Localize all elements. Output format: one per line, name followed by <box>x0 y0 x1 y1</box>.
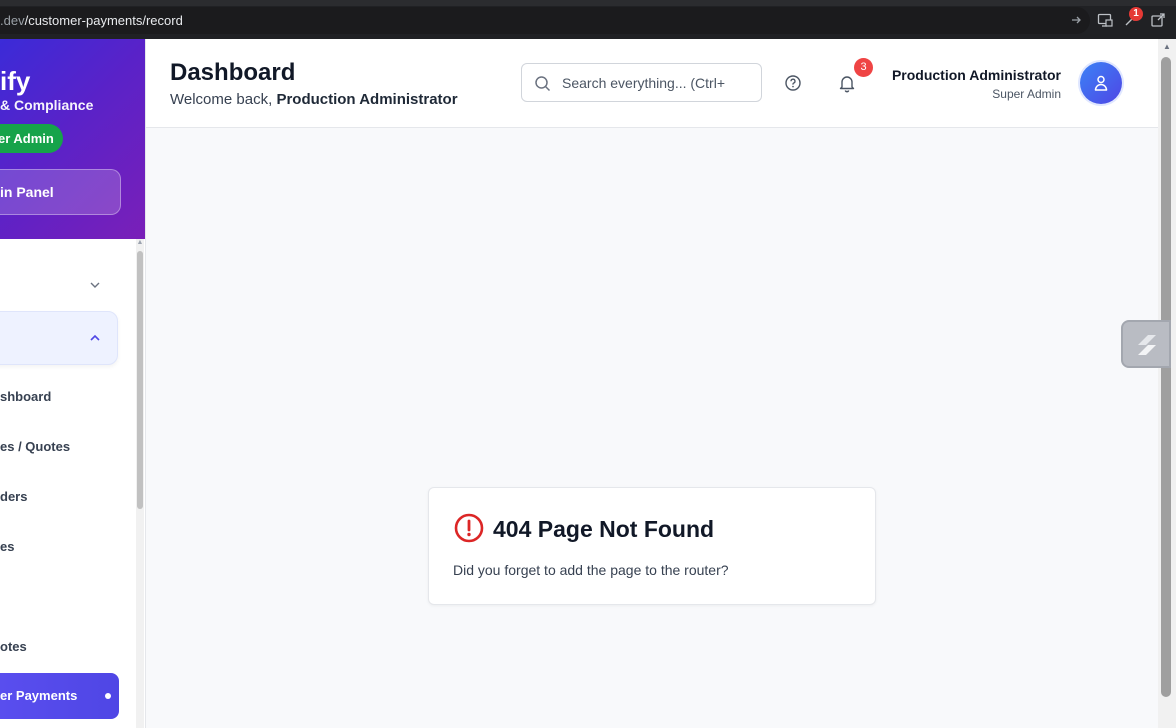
brand-name: ify <box>0 66 31 96</box>
open-external-icon[interactable] <box>1150 12 1166 28</box>
user-name: Production Administrator <box>891 67 1061 83</box>
sidebar-scroll-thumb[interactable] <box>137 251 143 509</box>
page-title: Dashboard <box>170 59 296 86</box>
url-path: /customer-payments/record <box>24 13 183 28</box>
user-role: Super Admin <box>992 87 1061 101</box>
welcome-message: Welcome back, Production Administrator <box>170 91 458 108</box>
chevron-down-icon <box>90 282 100 288</box>
sidebar-item-quotes[interactable]: es / Quotes <box>0 439 70 454</box>
welcome-prefix: Welcome back, <box>170 91 273 108</box>
admin-panel-button[interactable]: in Panel <box>0 169 121 215</box>
extension-badge: 1 <box>1129 7 1143 21</box>
sidebar-scroll-up-arrow[interactable]: ▲ <box>136 239 144 249</box>
page-scroll-thumb[interactable] <box>1161 57 1171 697</box>
avatar[interactable] <box>1080 62 1122 104</box>
user-icon <box>1094 75 1108 91</box>
sidebar-item-label: er Payments <box>0 688 78 703</box>
forward-icon[interactable] <box>1068 12 1084 28</box>
cast-icon[interactable] <box>1097 12 1113 28</box>
brand-subtitle: & Compliance <box>0 97 94 113</box>
alert-circle-icon <box>454 513 484 543</box>
sidebar-header: ify & Compliance er Admin in Panel <box>0 39 145 239</box>
not-found-card: 404 Page Not Found Did you forget to add… <box>428 487 876 605</box>
bell-icon[interactable] <box>837 73 857 93</box>
top-header: Dashboard Welcome back, Production Admin… <box>146 39 1158 128</box>
active-indicator-dot <box>105 693 111 699</box>
notification-badge: 3 <box>854 58 873 77</box>
search-input[interactable] <box>562 73 757 93</box>
error-title: 404 Page Not Found <box>493 516 715 542</box>
main-content: 404 Page Not Found Did you forget to add… <box>146 128 1158 728</box>
floating-widget-button[interactable] <box>1121 320 1171 368</box>
sidebar-item-invoices[interactable]: es <box>0 539 14 554</box>
nav-group-collapsed[interactable] <box>0 269 118 299</box>
help-icon[interactable] <box>784 74 802 92</box>
sidebar-item-customer-payments[interactable]: er Payments <box>0 673 119 719</box>
sidebar-item-orders[interactable]: ders <box>0 489 27 504</box>
search-field[interactable] <box>521 63 762 102</box>
nav-group-expanded[interactable] <box>0 311 118 365</box>
widget-logo-icon <box>1138 335 1156 355</box>
search-icon <box>535 76 551 92</box>
welcome-user: Production Administrator <box>276 91 458 108</box>
error-message: Did you forget to add the page to the ro… <box>453 562 729 578</box>
page-scroll-up-arrow[interactable]: ▲ <box>1161 42 1173 54</box>
address-bar-url[interactable]: .dev/customer-payments/record <box>0 13 183 28</box>
role-badge: er Admin <box>0 124 63 153</box>
chevron-up-icon <box>90 334 100 341</box>
sidebar: ify & Compliance er Admin in Panel ▲ shb… <box>0 39 146 728</box>
browser-tab-strip <box>0 0 1176 6</box>
url-domain: .dev <box>0 13 25 28</box>
sidebar-item-notes[interactable]: otes <box>0 639 27 654</box>
sidebar-item-dashboard[interactable]: shboard <box>0 389 51 404</box>
browser-toolbar: .dev/customer-payments/record 1 <box>0 0 1176 39</box>
